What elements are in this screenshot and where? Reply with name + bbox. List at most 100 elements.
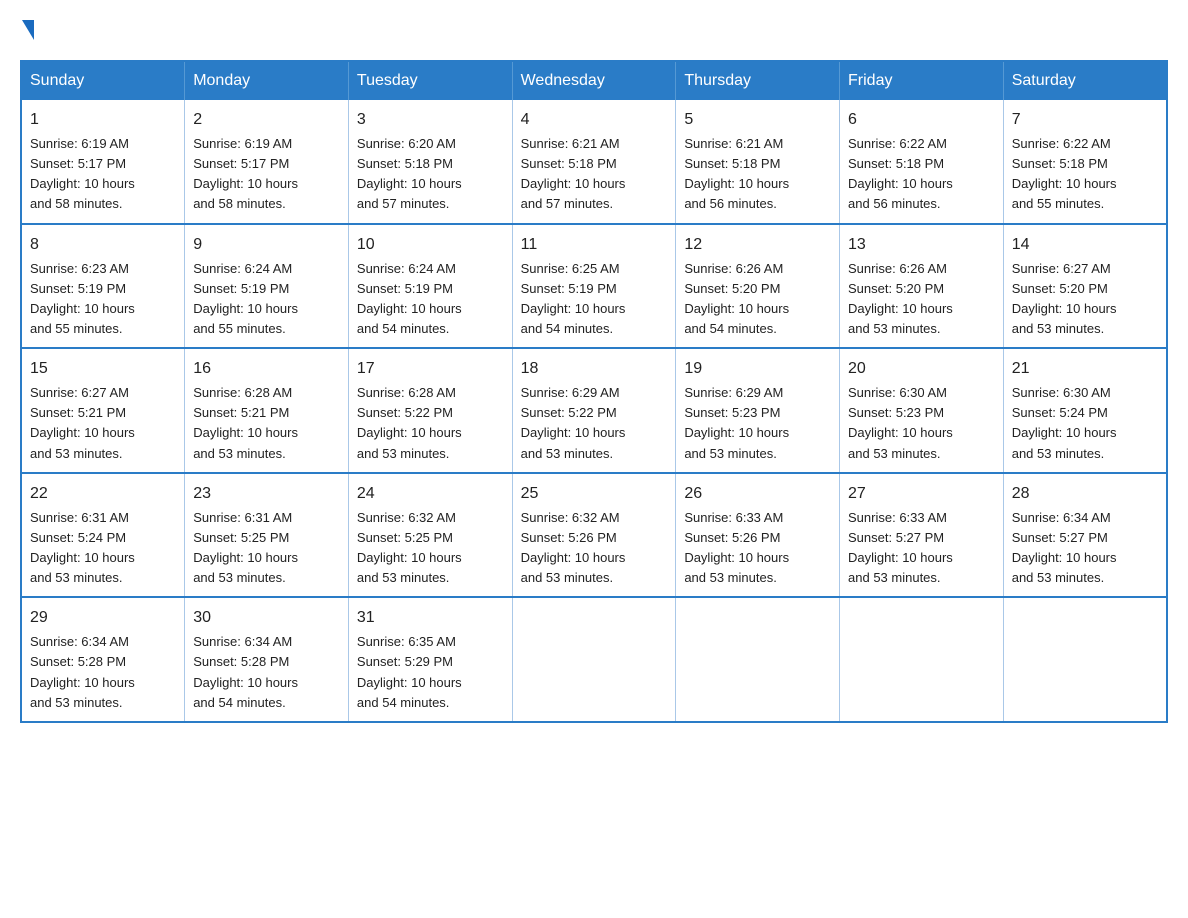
day-info: Sunrise: 6:34 AMSunset: 5:28 PMDaylight:…	[193, 632, 340, 713]
day-info: Sunrise: 6:30 AMSunset: 5:23 PMDaylight:…	[848, 383, 995, 464]
day-number: 16	[193, 357, 340, 381]
day-number: 12	[684, 233, 831, 257]
day-number: 29	[30, 606, 176, 630]
day-number: 23	[193, 482, 340, 506]
logo-triangle-icon	[22, 20, 34, 40]
calendar-cell: 23Sunrise: 6:31 AMSunset: 5:25 PMDayligh…	[185, 473, 349, 598]
day-number: 28	[1012, 482, 1158, 506]
day-number: 26	[684, 482, 831, 506]
calendar-cell: 1Sunrise: 6:19 AMSunset: 5:17 PMDaylight…	[21, 100, 185, 224]
calendar-cell: 24Sunrise: 6:32 AMSunset: 5:25 PMDayligh…	[348, 473, 512, 598]
calendar-week-row: 1Sunrise: 6:19 AMSunset: 5:17 PMDaylight…	[21, 100, 1167, 224]
calendar-week-row: 15Sunrise: 6:27 AMSunset: 5:21 PMDayligh…	[21, 348, 1167, 473]
day-info: Sunrise: 6:27 AMSunset: 5:21 PMDaylight:…	[30, 383, 176, 464]
calendar-cell: 17Sunrise: 6:28 AMSunset: 5:22 PMDayligh…	[348, 348, 512, 473]
weekday-header-monday: Monday	[185, 61, 349, 100]
day-number: 2	[193, 108, 340, 132]
day-info: Sunrise: 6:26 AMSunset: 5:20 PMDaylight:…	[684, 259, 831, 340]
day-info: Sunrise: 6:28 AMSunset: 5:21 PMDaylight:…	[193, 383, 340, 464]
page-header	[20, 20, 1168, 40]
day-info: Sunrise: 6:22 AMSunset: 5:18 PMDaylight:…	[848, 134, 995, 215]
day-info: Sunrise: 6:32 AMSunset: 5:26 PMDaylight:…	[521, 508, 668, 589]
day-number: 31	[357, 606, 504, 630]
calendar-table: SundayMondayTuesdayWednesdayThursdayFrid…	[20, 60, 1168, 723]
calendar-cell: 25Sunrise: 6:32 AMSunset: 5:26 PMDayligh…	[512, 473, 676, 598]
calendar-cell: 12Sunrise: 6:26 AMSunset: 5:20 PMDayligh…	[676, 224, 840, 349]
calendar-cell: 26Sunrise: 6:33 AMSunset: 5:26 PMDayligh…	[676, 473, 840, 598]
calendar-cell: 30Sunrise: 6:34 AMSunset: 5:28 PMDayligh…	[185, 597, 349, 722]
day-info: Sunrise: 6:22 AMSunset: 5:18 PMDaylight:…	[1012, 134, 1158, 215]
day-info: Sunrise: 6:29 AMSunset: 5:23 PMDaylight:…	[684, 383, 831, 464]
day-number: 11	[521, 233, 668, 257]
day-info: Sunrise: 6:34 AMSunset: 5:28 PMDaylight:…	[30, 632, 176, 713]
calendar-cell: 6Sunrise: 6:22 AMSunset: 5:18 PMDaylight…	[840, 100, 1004, 224]
day-number: 5	[684, 108, 831, 132]
calendar-cell	[676, 597, 840, 722]
calendar-cell: 29Sunrise: 6:34 AMSunset: 5:28 PMDayligh…	[21, 597, 185, 722]
weekday-header-saturday: Saturday	[1003, 61, 1167, 100]
day-info: Sunrise: 6:21 AMSunset: 5:18 PMDaylight:…	[521, 134, 668, 215]
day-info: Sunrise: 6:28 AMSunset: 5:22 PMDaylight:…	[357, 383, 504, 464]
day-info: Sunrise: 6:31 AMSunset: 5:25 PMDaylight:…	[193, 508, 340, 589]
day-info: Sunrise: 6:23 AMSunset: 5:19 PMDaylight:…	[30, 259, 176, 340]
day-info: Sunrise: 6:35 AMSunset: 5:29 PMDaylight:…	[357, 632, 504, 713]
calendar-week-row: 29Sunrise: 6:34 AMSunset: 5:28 PMDayligh…	[21, 597, 1167, 722]
day-info: Sunrise: 6:33 AMSunset: 5:27 PMDaylight:…	[848, 508, 995, 589]
day-info: Sunrise: 6:30 AMSunset: 5:24 PMDaylight:…	[1012, 383, 1158, 464]
day-info: Sunrise: 6:31 AMSunset: 5:24 PMDaylight:…	[30, 508, 176, 589]
calendar-cell: 3Sunrise: 6:20 AMSunset: 5:18 PMDaylight…	[348, 100, 512, 224]
day-number: 20	[848, 357, 995, 381]
day-number: 10	[357, 233, 504, 257]
calendar-cell: 27Sunrise: 6:33 AMSunset: 5:27 PMDayligh…	[840, 473, 1004, 598]
day-info: Sunrise: 6:34 AMSunset: 5:27 PMDaylight:…	[1012, 508, 1158, 589]
day-number: 17	[357, 357, 504, 381]
calendar-cell: 5Sunrise: 6:21 AMSunset: 5:18 PMDaylight…	[676, 100, 840, 224]
calendar-cell: 22Sunrise: 6:31 AMSunset: 5:24 PMDayligh…	[21, 473, 185, 598]
calendar-cell: 13Sunrise: 6:26 AMSunset: 5:20 PMDayligh…	[840, 224, 1004, 349]
day-info: Sunrise: 6:29 AMSunset: 5:22 PMDaylight:…	[521, 383, 668, 464]
day-number: 7	[1012, 108, 1158, 132]
calendar-header-row: SundayMondayTuesdayWednesdayThursdayFrid…	[21, 61, 1167, 100]
weekday-header-friday: Friday	[840, 61, 1004, 100]
day-info: Sunrise: 6:24 AMSunset: 5:19 PMDaylight:…	[193, 259, 340, 340]
day-number: 9	[193, 233, 340, 257]
day-number: 15	[30, 357, 176, 381]
calendar-cell: 14Sunrise: 6:27 AMSunset: 5:20 PMDayligh…	[1003, 224, 1167, 349]
day-number: 13	[848, 233, 995, 257]
day-number: 21	[1012, 357, 1158, 381]
day-info: Sunrise: 6:33 AMSunset: 5:26 PMDaylight:…	[684, 508, 831, 589]
day-number: 8	[30, 233, 176, 257]
day-info: Sunrise: 6:27 AMSunset: 5:20 PMDaylight:…	[1012, 259, 1158, 340]
day-number: 22	[30, 482, 176, 506]
calendar-cell: 4Sunrise: 6:21 AMSunset: 5:18 PMDaylight…	[512, 100, 676, 224]
calendar-cell: 10Sunrise: 6:24 AMSunset: 5:19 PMDayligh…	[348, 224, 512, 349]
day-number: 30	[193, 606, 340, 630]
day-info: Sunrise: 6:19 AMSunset: 5:17 PMDaylight:…	[193, 134, 340, 215]
calendar-cell: 7Sunrise: 6:22 AMSunset: 5:18 PMDaylight…	[1003, 100, 1167, 224]
weekday-header-thursday: Thursday	[676, 61, 840, 100]
day-number: 27	[848, 482, 995, 506]
day-number: 1	[30, 108, 176, 132]
calendar-cell: 21Sunrise: 6:30 AMSunset: 5:24 PMDayligh…	[1003, 348, 1167, 473]
day-number: 14	[1012, 233, 1158, 257]
calendar-week-row: 22Sunrise: 6:31 AMSunset: 5:24 PMDayligh…	[21, 473, 1167, 598]
day-number: 19	[684, 357, 831, 381]
weekday-header-wednesday: Wednesday	[512, 61, 676, 100]
calendar-cell: 18Sunrise: 6:29 AMSunset: 5:22 PMDayligh…	[512, 348, 676, 473]
day-number: 18	[521, 357, 668, 381]
calendar-cell: 28Sunrise: 6:34 AMSunset: 5:27 PMDayligh…	[1003, 473, 1167, 598]
calendar-cell: 11Sunrise: 6:25 AMSunset: 5:19 PMDayligh…	[512, 224, 676, 349]
calendar-cell: 16Sunrise: 6:28 AMSunset: 5:21 PMDayligh…	[185, 348, 349, 473]
day-info: Sunrise: 6:26 AMSunset: 5:20 PMDaylight:…	[848, 259, 995, 340]
calendar-cell: 15Sunrise: 6:27 AMSunset: 5:21 PMDayligh…	[21, 348, 185, 473]
calendar-cell: 20Sunrise: 6:30 AMSunset: 5:23 PMDayligh…	[840, 348, 1004, 473]
day-info: Sunrise: 6:19 AMSunset: 5:17 PMDaylight:…	[30, 134, 176, 215]
calendar-cell	[512, 597, 676, 722]
day-number: 6	[848, 108, 995, 132]
day-info: Sunrise: 6:21 AMSunset: 5:18 PMDaylight:…	[684, 134, 831, 215]
calendar-week-row: 8Sunrise: 6:23 AMSunset: 5:19 PMDaylight…	[21, 224, 1167, 349]
day-number: 25	[521, 482, 668, 506]
logo	[20, 20, 36, 40]
weekday-header-tuesday: Tuesday	[348, 61, 512, 100]
day-info: Sunrise: 6:24 AMSunset: 5:19 PMDaylight:…	[357, 259, 504, 340]
